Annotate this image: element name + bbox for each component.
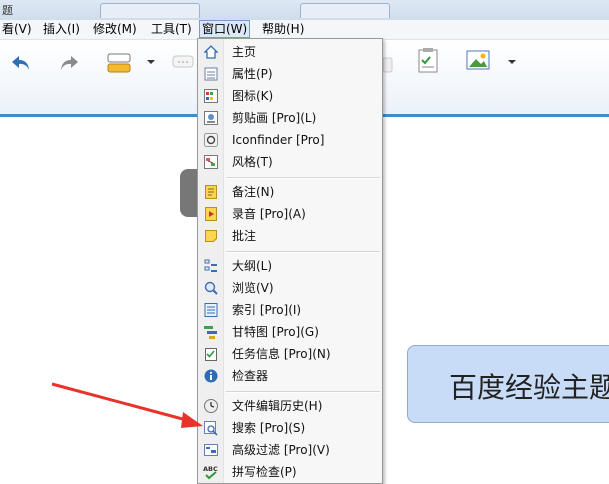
menu-item-properties[interactable]: 属性(P)	[198, 63, 382, 85]
callout-icon[interactable]	[172, 54, 194, 72]
menu-item-label: 高级过滤 [Pro](V)	[232, 443, 330, 457]
menu-item-advanced-filter[interactable]: 高级过滤 [Pro](V)	[198, 439, 382, 461]
spellcheck-icon: ABC	[203, 465, 218, 480]
menu-item-label: 风格(T)	[232, 155, 273, 169]
window-menu-dropdown: 主页 属性(P) 图标(K) 剪贴画 [Pro](L) Iconfinder […	[197, 38, 383, 484]
document-tab[interactable]	[100, 3, 200, 18]
chevron-down-icon[interactable]	[146, 58, 156, 66]
menu-item-clipart[interactable]: 剪贴画 [Pro](L)	[198, 107, 382, 129]
menu-item-label: 甘特图 [Pro](G)	[232, 325, 319, 339]
menu-item-navigator[interactable]: 浏览(V)	[198, 277, 382, 299]
menu-item-label: 拼写检查(P)	[232, 465, 297, 479]
gantt-icon	[204, 326, 217, 339]
search-icon	[204, 421, 218, 436]
menu-modify[interactable]: 修改(M)	[91, 21, 139, 37]
redo-icon[interactable]	[58, 53, 80, 73]
menu-item-edit-history[interactable]: 文件编辑历史(H)	[198, 395, 382, 417]
menu-item-label: 任务信息 [Pro](N)	[232, 347, 331, 361]
comment-icon	[205, 230, 217, 242]
menu-item-label: 索引 [Pro](I)	[232, 303, 302, 317]
menu-item-iconfinder[interactable]: Iconfinder [Pro]	[198, 129, 382, 151]
menu-item-home[interactable]: 主页	[198, 41, 382, 63]
history-clock-icon	[204, 399, 218, 413]
menu-item-label: 剪贴画 [Pro](L)	[232, 111, 317, 125]
menu-item-label: 图标(K)	[232, 89, 274, 103]
properties-icon	[204, 67, 218, 81]
menu-separator	[226, 391, 380, 393]
menu-separator	[226, 251, 380, 253]
menu-item-label: 浏览(V)	[232, 281, 274, 295]
menu-insert[interactable]: 插入(I)	[41, 21, 82, 37]
document-tab[interactable]	[300, 3, 390, 18]
menu-bar: 看(V) 插入(I) 修改(M) 工具(T) 窗口(W) 帮助(H)	[0, 20, 609, 40]
menu-item-label: 主页	[232, 45, 257, 59]
menu-item-comments[interactable]: 批注	[198, 225, 382, 247]
clipart-icon	[204, 111, 218, 125]
menu-view[interactable]: 看(V)	[0, 21, 34, 37]
menu-help[interactable]: 帮助(H)	[260, 21, 306, 37]
menu-item-index[interactable]: 索引 [Pro](I)	[198, 299, 382, 321]
title-bar: 题	[0, 0, 609, 20]
filter-icon	[204, 444, 218, 456]
menu-item-audio[interactable]: 录音 [Pro](A)	[198, 203, 382, 225]
navigator-icon	[204, 281, 218, 295]
topic-insert-icon[interactable]	[106, 52, 136, 74]
menu-item-label: 大纲(L)	[232, 259, 273, 273]
toolbar-partial-icon[interactable]	[383, 48, 395, 78]
image-insert-icon[interactable]	[466, 50, 492, 72]
undo-icon[interactable]	[10, 53, 32, 73]
menu-item-icons[interactable]: 图标(K)	[198, 85, 382, 107]
menu-item-label: 文件编辑历史(H)	[232, 399, 323, 413]
menu-item-search[interactable]: 搜索 [Pro](S)	[198, 417, 382, 439]
menu-item-label: 备注(N)	[232, 185, 275, 199]
menu-item-notes[interactable]: 备注(N)	[198, 181, 382, 203]
menu-item-label: Iconfinder [Pro]	[232, 133, 325, 147]
chevron-down-icon[interactable]	[507, 58, 517, 66]
info-icon	[204, 369, 218, 383]
index-icon	[204, 303, 218, 317]
main-topic[interactable]: 百度经验主题	[407, 345, 609, 423]
menu-item-task-info[interactable]: 任务信息 [Pro](N)	[198, 343, 382, 365]
menu-item-label: 搜索 [Pro](S)	[232, 421, 306, 435]
menu-item-label: 属性(P)	[232, 67, 273, 81]
menu-separator	[226, 177, 380, 179]
style-icon	[204, 155, 218, 169]
menu-item-label: 批注	[232, 229, 257, 243]
iconfinder-icon	[204, 133, 218, 147]
outline-icon	[204, 259, 217, 272]
icons-panel-icon	[204, 89, 218, 103]
home-icon	[203, 45, 219, 59]
main-topic-label: 百度经验主题	[449, 371, 609, 404]
menu-item-inspector[interactable]: 检查器	[198, 365, 382, 387]
menu-item-style[interactable]: 风格(T)	[198, 151, 382, 173]
window-title: 题	[2, 4, 13, 17]
audio-icon	[205, 207, 217, 221]
menu-item-gantt[interactable]: 甘特图 [Pro](G)	[198, 321, 382, 343]
menu-window[interactable]: 窗口(W)	[199, 20, 251, 38]
task-info-icon	[205, 348, 217, 361]
menu-item-outline[interactable]: 大纲(L)	[198, 255, 382, 277]
menu-item-label: 检查器	[232, 369, 269, 383]
menu-tools[interactable]: 工具(T)	[149, 21, 194, 37]
notes-icon	[205, 185, 217, 199]
task-checklist-icon[interactable]	[417, 48, 439, 74]
menu-item-spellcheck[interactable]: ABC 拼写检查(P)	[198, 461, 382, 483]
menu-item-label: 录音 [Pro](A)	[232, 207, 306, 221]
